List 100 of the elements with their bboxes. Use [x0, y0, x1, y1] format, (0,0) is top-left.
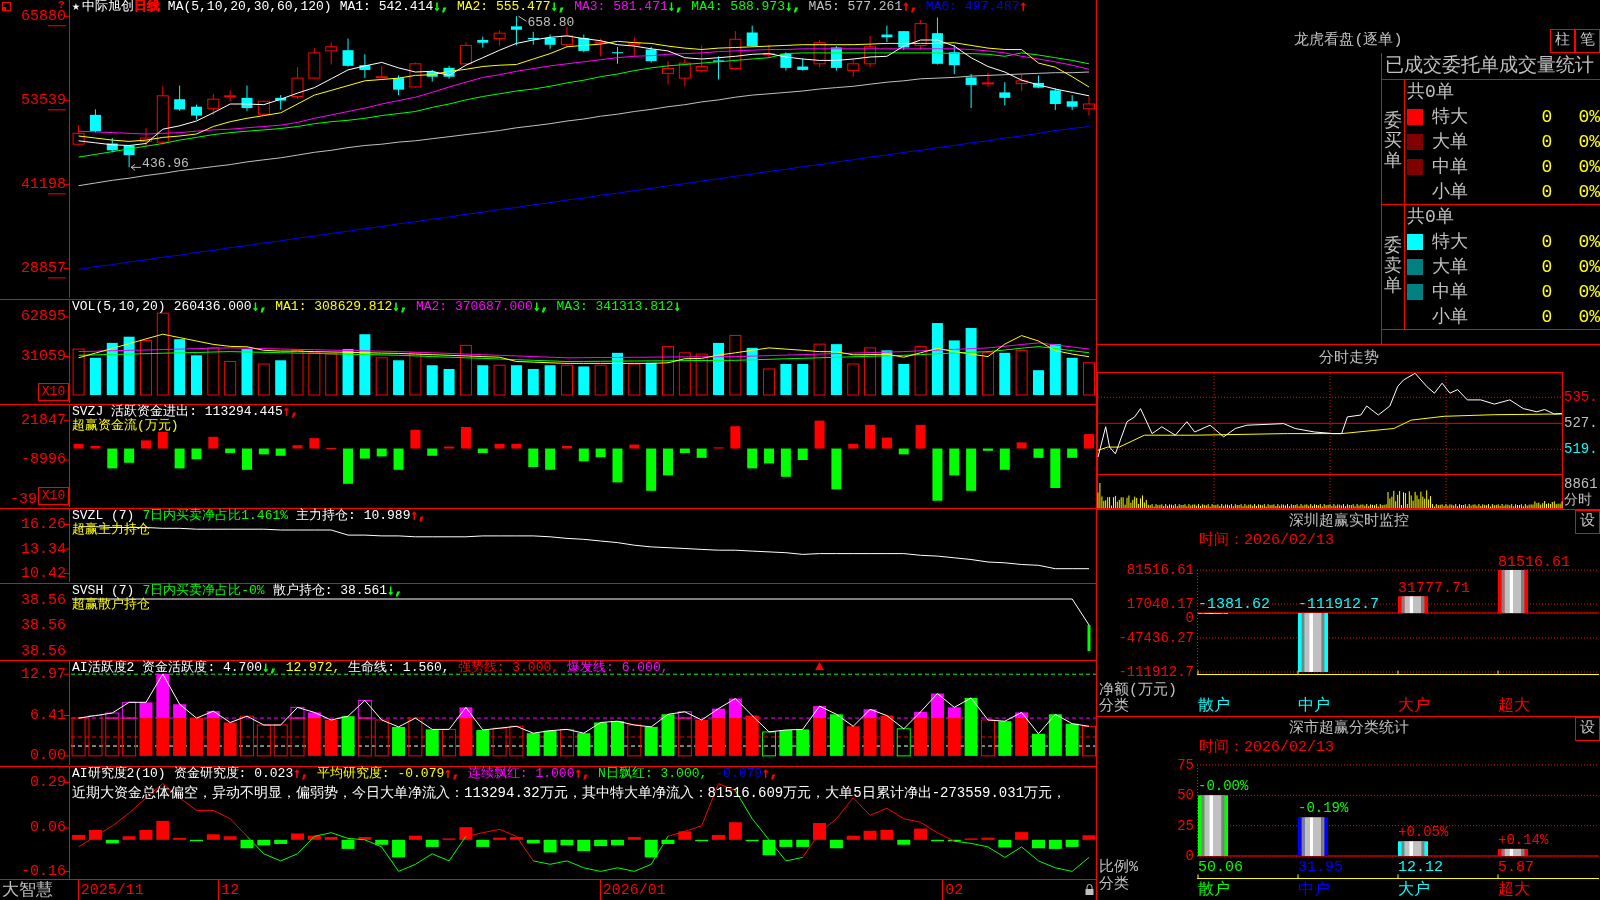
indicator-readout: MA5: 577.261 [808, 0, 903, 14]
axis-label: 535. [1564, 389, 1598, 406]
order-share: 0% [1577, 107, 1600, 128]
order-type-label: 特大 [1432, 232, 1469, 253]
category-label: 超大 [1498, 697, 1530, 715]
indicator-readout: MA3: 341313.812 [556, 299, 674, 314]
trend-arrow: ↑, [410, 508, 427, 523]
change-label: +0.14% [1498, 831, 1549, 848]
indicator-name: AI活跃度2 [72, 660, 135, 675]
axis-label: 12.97 [21, 665, 66, 683]
indicator-name: SVZL (7) [72, 508, 135, 523]
order-share: 0% [1577, 257, 1600, 277]
axis-label: 6.41 [30, 707, 66, 724]
axis-label: 25 [1177, 817, 1194, 834]
order-type-label: 大单 [1432, 257, 1469, 277]
order-type-label: 中单 [1432, 281, 1469, 302]
indicator-readout: 主力持仓: 10.989 [296, 508, 411, 523]
category-label: 超大 [1498, 881, 1530, 899]
order-type-label: 中单 [1432, 156, 1469, 177]
indicator-readout: MA4: 588.973 [691, 0, 785, 14]
axis-label: 0.00 [30, 747, 66, 765]
group-label: 委卖单 [1384, 237, 1402, 297]
axis-label: -8996 [21, 451, 66, 469]
category-label: 中户 [1298, 697, 1330, 715]
axis-label: 0 [1185, 610, 1194, 626]
value-label: -111912.7 [1298, 596, 1379, 614]
indicator-readout: 平均研究度: -0.079 [316, 766, 445, 781]
axis-label: 53539 [21, 91, 66, 109]
indicator-readout: 活跃资金进出: 113294.445 [111, 404, 283, 419]
trend-arrow: ↑, [444, 766, 460, 781]
category-label: 散户 [1198, 697, 1230, 715]
stock-name: 中际旭创 [81, 0, 134, 14]
indicator-readout: 12.972, [285, 660, 341, 675]
date-label: 2025/11 [80, 881, 144, 899]
axis-label: 38.56 [21, 617, 66, 634]
indicator-readout: 260436.000 [173, 299, 252, 314]
axis-label: 8861 [1564, 476, 1598, 492]
order-count: 0 [1540, 281, 1554, 302]
annotation: 436.96 [142, 155, 189, 171]
axis-label: -39 [10, 490, 37, 508]
panel-title: 龙虎看盘(逐单) [1294, 31, 1403, 50]
section-title: 分时走势 [1318, 349, 1379, 368]
indicator-name: VOL(5,10,20) [72, 299, 166, 314]
axis-label: 75 [1177, 757, 1194, 773]
annotation: 658.80 [527, 14, 575, 30]
trend-arrow: ↓, [550, 0, 567, 14]
indicator-readout: MA1: 308629.812 [275, 299, 393, 314]
indicator-subtitle: 超赢散户持仓 [72, 598, 150, 612]
category-label: 大户 [1398, 881, 1430, 899]
order-share: 0% [1577, 181, 1600, 202]
order-total: 共0单 [1406, 82, 1454, 103]
order-count: 0 [1540, 181, 1554, 202]
axis-label: 0 [1185, 848, 1194, 864]
order-count: 0 [1540, 156, 1554, 177]
axis-caption: 分类 [1099, 875, 1129, 893]
trend-arrow: ↑, [902, 0, 918, 14]
indicator-readout: 7日内买卖净占比-0% [142, 583, 265, 598]
axis-label: 38.56 [21, 642, 66, 660]
trend-arrow: ↑ [1019, 0, 1028, 14]
order-share: 0% [1577, 156, 1600, 177]
trend-arrow: ↑, [293, 766, 309, 781]
axis-label: -47436.27 [1118, 630, 1194, 646]
axis-label: 21847 [21, 412, 66, 430]
indicator-readout: MA2: 555.477 [456, 0, 551, 14]
date-label: 2026/01 [602, 881, 666, 899]
axis-label: 0.06 [30, 819, 66, 837]
timestamp: 时间：2026/02/13 [1198, 533, 1335, 548]
indicator-readout: MA3: 581.471 [574, 0, 668, 14]
axis-label: 41198 [21, 175, 66, 193]
trend-arrow: ↑, [282, 404, 299, 419]
category-label: 散户 [1198, 881, 1230, 899]
value-label: -1381.62 [1198, 596, 1270, 614]
axis-caption: 比例% [1099, 858, 1138, 876]
axis-label: 10.42 [21, 565, 66, 583]
indicator-name: SVSH (7) [72, 583, 135, 598]
trend-arrow: ↓, [392, 299, 408, 314]
trend-arrow: ↓, [433, 0, 449, 14]
axis-label: 31059 [21, 348, 66, 365]
panel-title: 深圳超赢实时监控 [1288, 513, 1409, 531]
indicator-readout: 7日内买卖净占比1.461% [142, 508, 289, 523]
axis-label: 527. [1564, 415, 1598, 432]
trend-arrow: ↓, [387, 583, 403, 598]
trend-arrow: ↓, [667, 0, 684, 14]
axis-label: 519. [1564, 441, 1598, 458]
value-label: 50.06 [1198, 858, 1243, 876]
order-count: 0 [1540, 107, 1554, 128]
panel-title: 深市超赢分类统计 [1288, 720, 1409, 738]
indicator-readout: 连续飘红: 1.000 [467, 766, 575, 781]
trend-arrow: ↓ [673, 299, 682, 314]
table-heading: 已成交委托单成交量统计 [1382, 53, 1600, 80]
indicator-readout: N日飘红: 3.000, [598, 766, 708, 781]
multiplier-label: X10 [38, 487, 69, 505]
indicator-readout: 资金活跃度: 4.700 [142, 660, 262, 675]
axis-label: -111912.7 [1118, 664, 1194, 680]
axis-label: 62895 [21, 308, 66, 326]
change-label: -0.19% [1298, 800, 1349, 817]
axis-label: -0.16 [21, 862, 66, 880]
multiplier-label: X10 [38, 383, 69, 401]
change-label: -0.00% [1198, 778, 1249, 795]
indicator-readout: MA2: 370687.000 [415, 299, 533, 314]
